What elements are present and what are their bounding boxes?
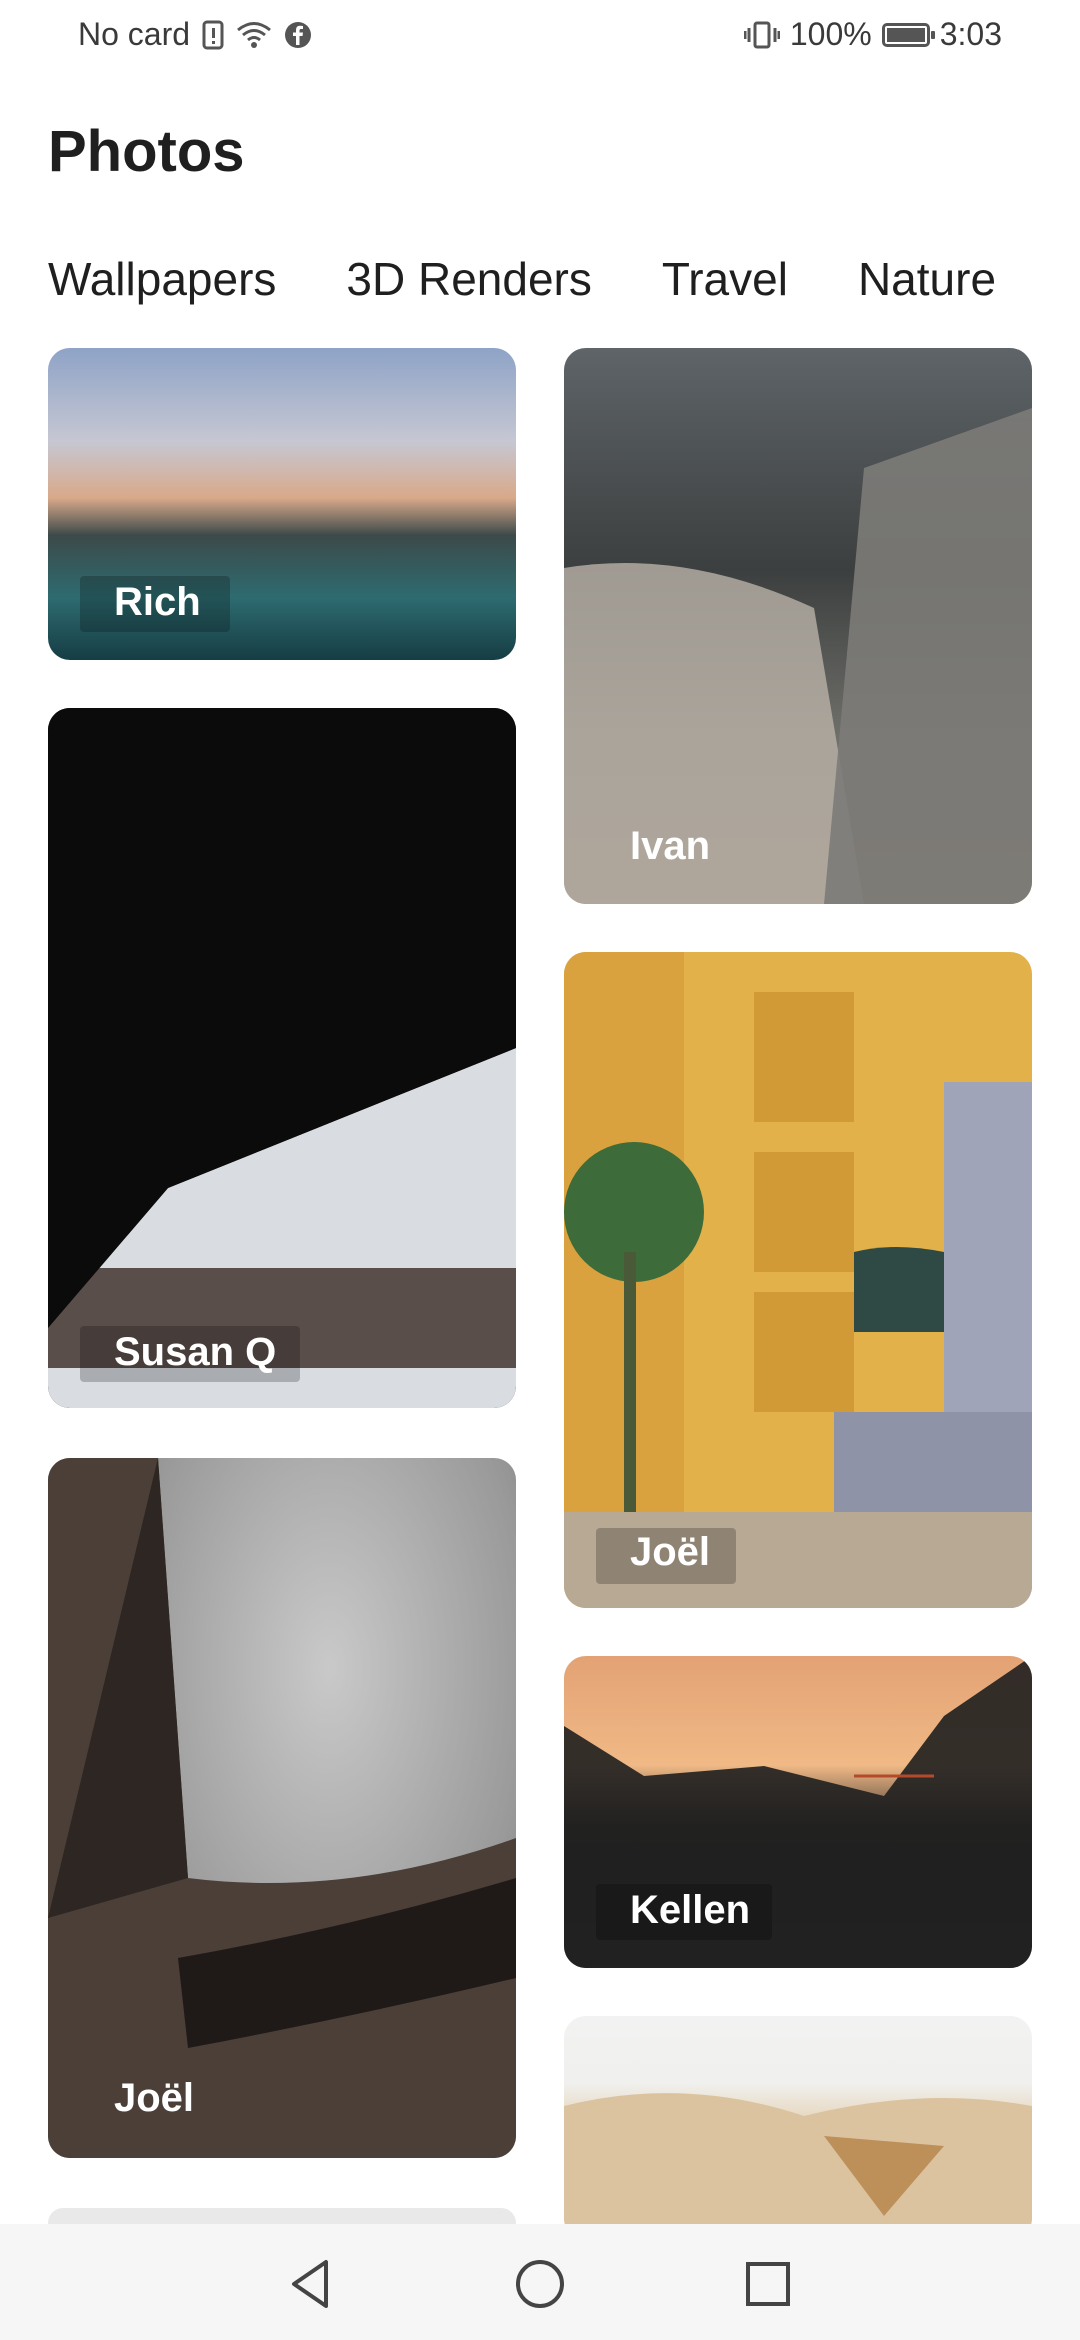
photo-card[interactable]: Joël xyxy=(48,1458,516,2158)
navigation-bar xyxy=(0,2224,1080,2340)
wifi-icon xyxy=(237,21,271,48)
status-right: 100% 3:03 xyxy=(743,16,1002,53)
photo-card[interactable]: Rich xyxy=(48,348,516,660)
battery-percent: 100% xyxy=(789,16,872,52)
photo-card[interactable]: Kellen xyxy=(564,1656,1032,1968)
back-icon[interactable] xyxy=(282,2254,342,2314)
status-left: No card xyxy=(78,16,312,53)
photo-author: Ivan xyxy=(630,824,711,868)
sim-alert-icon xyxy=(202,20,224,49)
tab-nature[interactable]: Nature xyxy=(858,252,996,316)
photo-author: Rich xyxy=(114,580,201,624)
tab-wallpapers[interactable]: Wallpapers xyxy=(48,252,276,316)
photo-image xyxy=(564,952,1032,1608)
page-title: Photos xyxy=(48,119,245,184)
photo-author: Joël xyxy=(630,1530,711,1574)
photo-card[interactable] xyxy=(564,2016,1032,2240)
category-tabs: Wallpapers 3D Renders Travel Nature xyxy=(48,252,1080,316)
recents-icon[interactable] xyxy=(738,2254,798,2314)
battery-icon xyxy=(881,22,935,47)
photo-image xyxy=(48,708,516,1408)
photo-image xyxy=(48,1458,516,2158)
photo-card[interactable]: Joël xyxy=(564,952,1032,1608)
photo-image xyxy=(564,2093,1032,2240)
clock: 3:03 xyxy=(939,16,1002,52)
status-bar: No card 100% 3:03 xyxy=(0,0,1080,72)
photo-author: Susan Q xyxy=(114,1330,277,1374)
photo-card[interactable]: Susan Q xyxy=(48,708,516,1408)
carrier-text: No card xyxy=(78,16,191,52)
tab-travel[interactable]: Travel xyxy=(662,252,788,316)
home-icon[interactable] xyxy=(510,2254,570,2314)
photo-image xyxy=(564,408,1032,904)
photo-author: Joël xyxy=(114,2076,195,2120)
photo-card[interactable]: Ivan xyxy=(564,348,1032,904)
photo-author: Kellen xyxy=(630,1888,751,1932)
facebook-icon xyxy=(285,21,312,48)
vibrate-icon xyxy=(743,21,780,48)
tab-3d-renders[interactable]: 3D Renders xyxy=(346,252,591,316)
